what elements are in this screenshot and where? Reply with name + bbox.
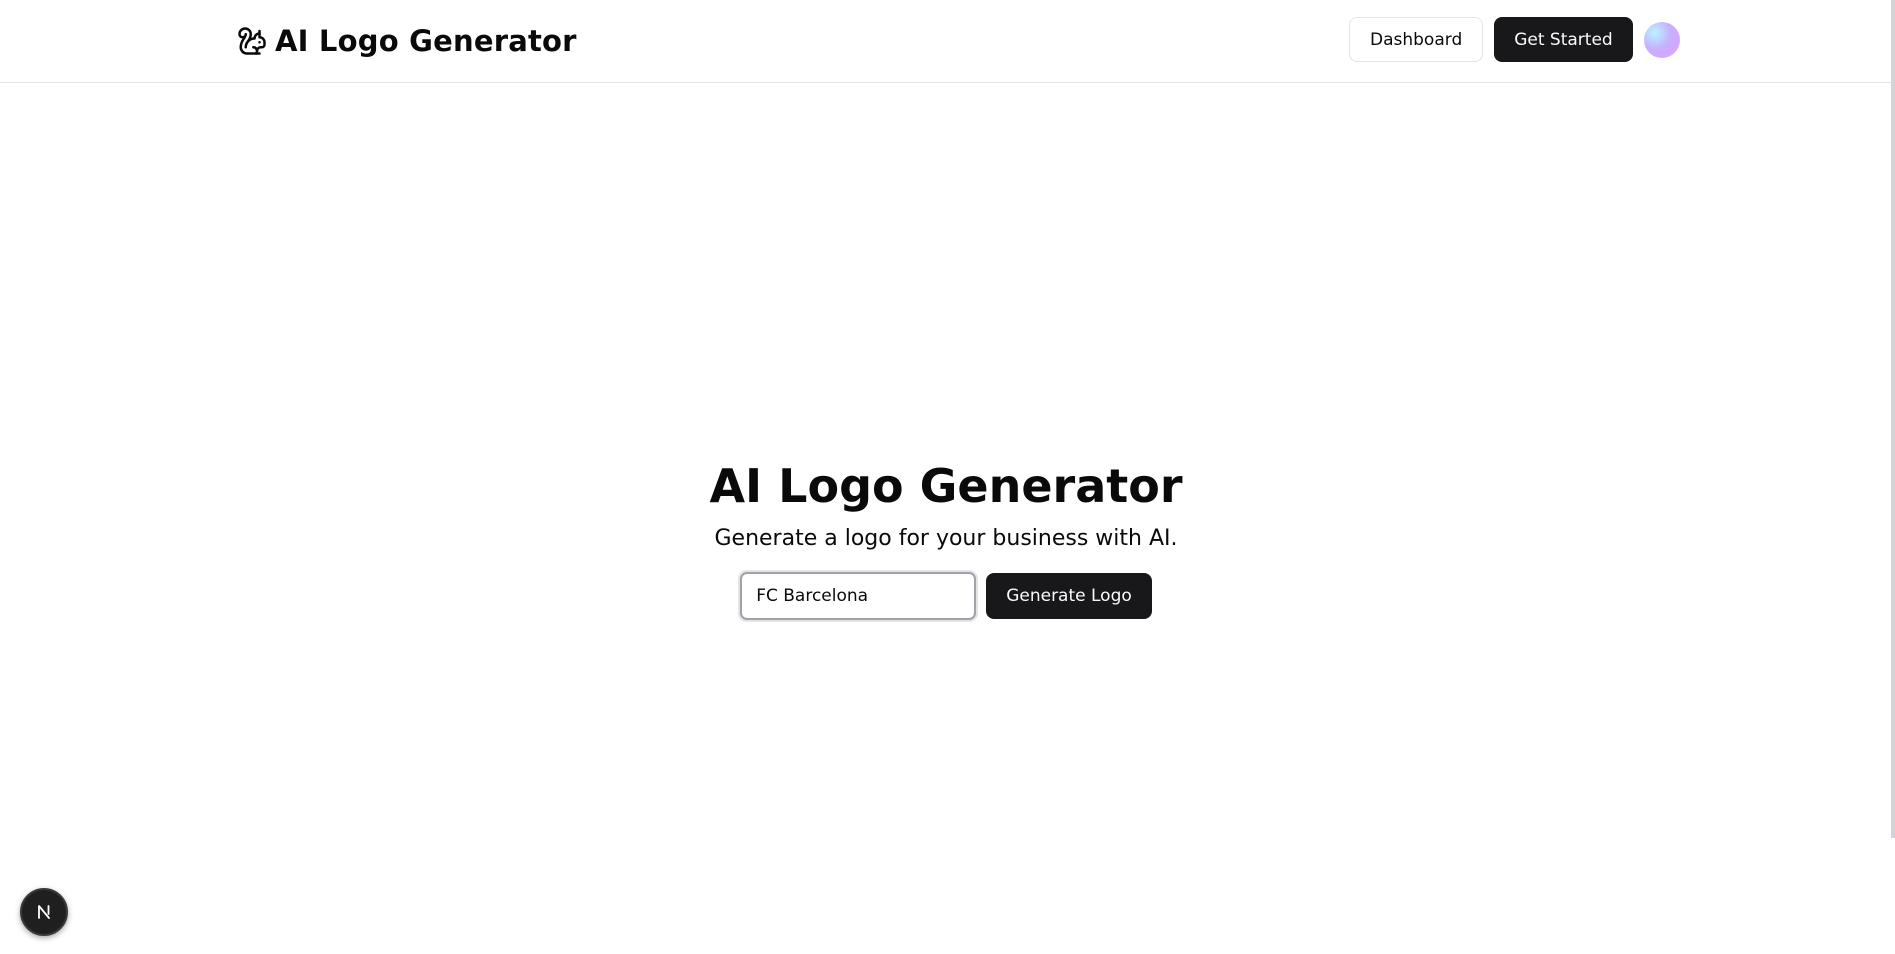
top-navbar: AI Logo Generator Dashboard Get Started	[0, 0, 1892, 83]
page: AI Logo Generator Dashboard Get Started …	[0, 0, 1895, 954]
user-avatar[interactable]	[1643, 21, 1680, 58]
page-scrollbar[interactable]	[1891, 0, 1895, 838]
page-title: AI Logo Generator	[709, 459, 1183, 513]
brand-link[interactable]: AI Logo Generator	[237, 20, 577, 62]
generate-logo-button[interactable]: Generate Logo	[986, 573, 1152, 619]
hero-section: AI Logo Generator Generate a logo for yo…	[0, 458, 1892, 620]
dashboard-button[interactable]: Dashboard	[1349, 17, 1484, 62]
nextjs-dev-indicator[interactable]	[20, 888, 68, 936]
get-started-button[interactable]: Get Started	[1494, 17, 1633, 62]
brand-title: AI Logo Generator	[275, 24, 577, 58]
business-name-field	[740, 572, 977, 620]
nextjs-icon	[38, 905, 50, 919]
business-name-input[interactable]	[756, 586, 961, 606]
squirrel-icon	[238, 27, 266, 55]
page-subtitle: Generate a logo for your business with A…	[714, 526, 1178, 551]
generate-form: Generate Logo	[740, 572, 1152, 620]
nav-actions: Dashboard Get Started	[1349, 17, 1680, 62]
